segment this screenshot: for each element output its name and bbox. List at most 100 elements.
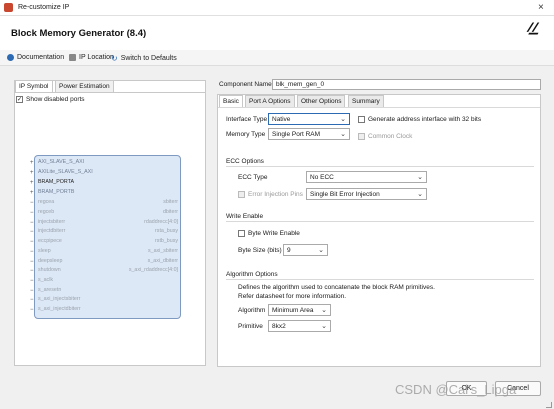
chevron-down-icon: ⌄ — [417, 191, 423, 198]
close-icon[interactable]: × — [538, 2, 544, 13]
byte-write-label: Byte Write Enable — [248, 230, 300, 237]
port-label: injectdbiterr — [38, 228, 66, 235]
chevron-down-icon: ⌄ — [318, 247, 324, 254]
component-name-label: Component Name — [219, 81, 272, 88]
chevron-down-icon: ⌄ — [417, 174, 423, 181]
symbol-port-right: rsta_busy — [155, 228, 178, 234]
port-pin-icon: − — [30, 220, 34, 226]
chevron-down-icon: ⌄ — [340, 131, 346, 138]
interface-type-value: Native — [272, 116, 291, 123]
port-label: regceb — [38, 209, 55, 216]
algorithm-select[interactable]: Minimum Area ⌄ — [268, 304, 331, 316]
checkbox-disabled-icon — [358, 133, 365, 140]
tab-port-a-options[interactable]: Port A Options — [245, 95, 295, 107]
symbol-port-left: + BRAM_PORTB — [30, 190, 74, 196]
port-label: AXI_SLAVE_S_AXI — [38, 159, 85, 166]
common-clock-label: Common Clock — [368, 133, 413, 140]
ecc-options-heading: ECC Options — [226, 158, 264, 165]
chevron-down-icon: ⌄ — [340, 116, 346, 123]
resize-grip[interactable] — [546, 402, 552, 408]
refresh-icon: ↻ — [111, 54, 118, 63]
symbol-port-left: + AXI_SLAVE_S_AXI — [30, 160, 84, 166]
port-label: AXILite_SLAVE_S_AXI — [38, 169, 93, 176]
watermark: CSDN @Cai's_Lipga — [395, 382, 517, 397]
checkbox-icon — [358, 116, 365, 123]
generate-address-checkbox[interactable]: Generate address interface with 32 bits — [358, 116, 481, 123]
page-title: Block Memory Generator (8.4) — [11, 28, 147, 39]
checkbox-disabled-icon — [238, 191, 245, 198]
write-enable-divider — [226, 221, 534, 222]
interface-type-select[interactable]: Native ⌄ — [268, 113, 350, 125]
switch-defaults-button[interactable]: ↻ Switch to Defaults — [111, 54, 177, 63]
symbol-port-right: s_axi_rdaddrecc[4:0] — [128, 267, 178, 273]
tab-other-options[interactable]: Other Options — [297, 95, 346, 107]
tab-basic[interactable]: Basic — [219, 95, 243, 107]
symbol-port-right: s_axi_sbiterr — [147, 248, 178, 254]
symbol-port-right: rdaddrecc[4:0] — [144, 219, 178, 225]
algorithm-options-heading: Algorithm Options — [226, 271, 278, 278]
algorithm-description-2: Refer datasheet for more information. — [238, 293, 347, 300]
port-label: BRAM_PORTB — [38, 189, 75, 196]
port-expand-icon[interactable]: + — [30, 190, 38, 196]
memory-type-label: Memory Type — [226, 131, 266, 138]
error-injection-label: Error Injection Pins — [248, 191, 303, 198]
symbol-port-left: − injectdbiterr — [30, 229, 65, 235]
port-pin-icon: − — [30, 278, 34, 284]
symbol-port-left: − deepsleep — [30, 259, 62, 265]
symbol-port-left: − regcea — [30, 200, 54, 206]
tab-ip-symbol[interactable]: IP Symbol — [15, 80, 53, 92]
port-label: s_axi_injectsbiterr — [38, 296, 81, 303]
app-icon — [4, 3, 13, 12]
port-pin-icon: − — [30, 307, 34, 313]
byte-size-value: 9 — [287, 247, 291, 254]
ecc-type-select[interactable]: No ECC ⌄ — [306, 171, 427, 183]
documentation-button[interactable]: Documentation — [7, 54, 64, 61]
error-injection-select[interactable]: Single Bit Error Injection ⌄ — [306, 188, 427, 200]
write-enable-heading: Write Enable — [226, 213, 264, 220]
symbol-port-left: − sleep — [30, 249, 51, 255]
port-label: deepsleep — [38, 258, 63, 265]
port-pin-icon: − — [30, 288, 34, 294]
ip-location-label: IP Location — [79, 54, 114, 61]
show-disabled-ports-checkbox[interactable]: ✓ Show disabled ports — [16, 96, 85, 103]
switch-defaults-label: Switch to Defaults — [120, 55, 177, 62]
port-pin-icon: − — [30, 268, 34, 274]
port-expand-icon[interactable]: + — [30, 160, 38, 166]
error-injection-checkbox[interactable]: Error Injection Pins — [238, 191, 303, 198]
memory-type-value: Single Port RAM — [272, 131, 321, 138]
component-name-input[interactable]: blk_mem_gen_0 — [272, 79, 541, 90]
symbol-port-right: rstb_busy — [155, 238, 178, 244]
port-label: sleep — [38, 248, 51, 255]
tab-divider-right — [218, 107, 540, 108]
window-title: Re-customize IP — [18, 4, 70, 11]
symbol-port-left: − regceb — [30, 210, 54, 216]
memory-type-select[interactable]: Single Port RAM ⌄ — [268, 128, 350, 140]
symbol-port-left: − eccpipece — [30, 239, 62, 245]
primitive-value: 8kx2 — [272, 323, 286, 330]
tab-summary[interactable]: Summary — [348, 95, 384, 107]
symbol-port-left: − s_axi_injectsbiterr — [30, 297, 80, 303]
ecc-divider — [226, 166, 534, 167]
port-pin-icon: − — [30, 200, 34, 206]
primitive-label: Primitive — [238, 323, 263, 330]
port-pin-icon: − — [30, 259, 34, 265]
symbol-port-left: + AXILite_SLAVE_S_AXI — [30, 170, 93, 176]
ecc-type-label: ECC Type — [238, 174, 268, 181]
byte-size-select[interactable]: 9 ⌄ — [283, 244, 328, 256]
error-injection-value: Single Bit Error Injection — [310, 191, 380, 198]
interface-type-label: Interface Type — [226, 116, 268, 123]
toolbar: Documentation IP Location ↻ Switch to De… — [0, 50, 554, 66]
byte-write-checkbox[interactable]: Byte Write Enable — [238, 230, 300, 237]
port-label: s_aclk — [38, 277, 54, 284]
algorithm-description-1: Defines the algorithm used to concatenat… — [238, 284, 435, 291]
port-expand-icon[interactable]: + — [30, 170, 38, 176]
tab-power-estimation[interactable]: Power Estimation — [55, 80, 114, 92]
ip-location-button[interactable]: IP Location — [69, 54, 114, 61]
primitive-select[interactable]: 8kx2 ⌄ — [268, 320, 331, 332]
title-bar: Re-customize IP × — [0, 0, 554, 16]
port-expand-icon[interactable]: + — [30, 180, 38, 186]
port-pin-icon: − — [30, 210, 34, 216]
port-pin-icon: − — [30, 229, 34, 235]
symbol-port-left: − shutdown — [30, 268, 61, 274]
common-clock-checkbox[interactable]: Common Clock — [358, 133, 412, 140]
